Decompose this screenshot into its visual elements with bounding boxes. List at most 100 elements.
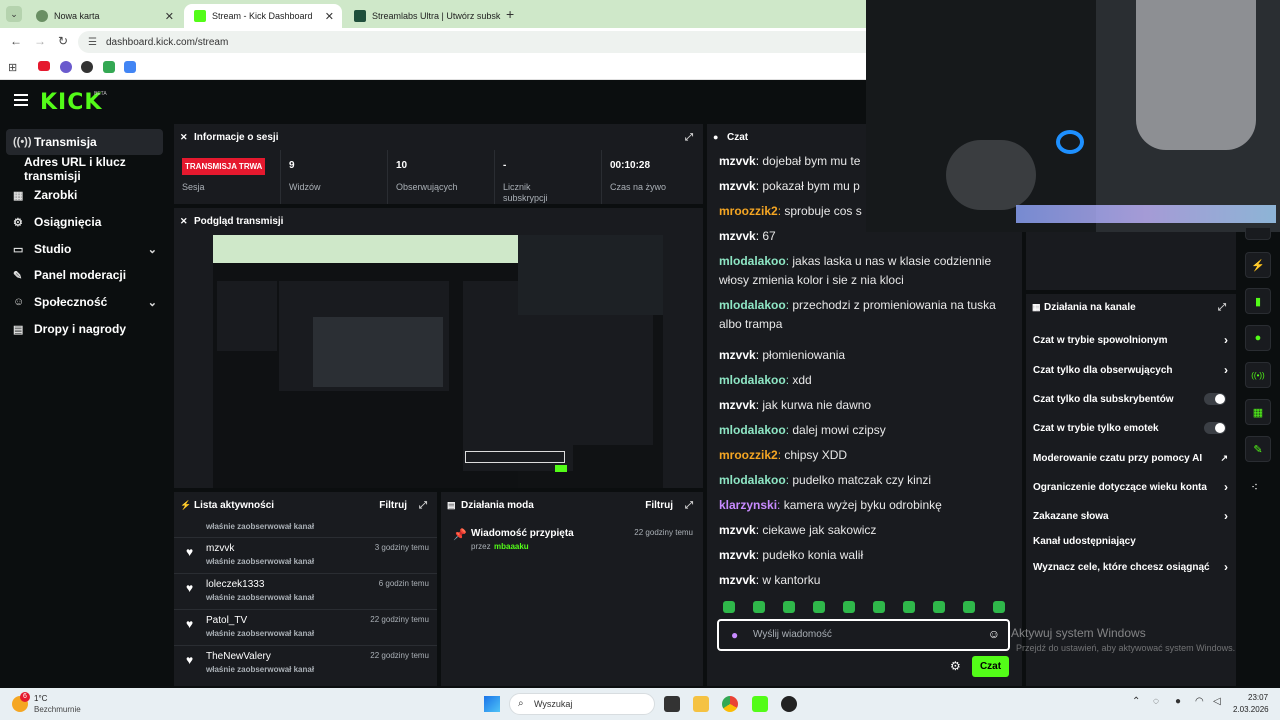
channel-action-ai-moderation[interactable]: Moderowanie czatu przy pomocy AI ↗ xyxy=(1033,447,1228,469)
chat-username[interactable]: mlodalakoo xyxy=(719,423,786,437)
apps-icon[interactable]: ⊞ xyxy=(8,61,17,74)
address-bar[interactable]: ☰ dashboard.kick.com/stream xyxy=(78,31,878,53)
filter-button[interactable]: Filtruj xyxy=(379,500,407,511)
drive-icon[interactable] xyxy=(103,61,115,73)
emote-icon[interactable] xyxy=(963,601,975,613)
channel-action-sharing[interactable]: Kanał udostępniający xyxy=(1033,530,1228,552)
channel-action-banned-words[interactable]: Zakazane słowa › xyxy=(1033,505,1228,527)
clock-time[interactable]: 23:07 xyxy=(1248,693,1268,702)
tab-list-button[interactable]: ⌄ xyxy=(6,6,22,22)
menu-icon[interactable] xyxy=(14,94,28,106)
emote-icon[interactable] xyxy=(753,601,765,613)
chat-username[interactable]: klarzynski xyxy=(719,498,777,512)
back-icon[interactable]: ← xyxy=(10,34,22,48)
chat-username[interactable]: mzvvk xyxy=(719,548,756,562)
rail-button[interactable] xyxy=(1245,228,1271,240)
reload-icon[interactable]: ↻ xyxy=(58,34,68,48)
emote-icon[interactable] xyxy=(993,601,1005,613)
chat-username[interactable]: mzvvk xyxy=(719,154,756,168)
whatsapp-icon[interactable] xyxy=(81,61,93,73)
new-tab-button[interactable]: + xyxy=(506,6,514,22)
microphone-icon[interactable]: ● xyxy=(731,628,738,642)
youtube-icon[interactable] xyxy=(38,61,50,71)
chat-username[interactable]: mzvvk xyxy=(719,179,756,193)
sidebar-item-dropy[interactable]: ▤ Dropy i nagrody xyxy=(6,316,163,342)
emote-only-toggle[interactable] xyxy=(1204,422,1226,434)
lightning-icon[interactable]: ⚡ xyxy=(1245,252,1271,278)
wrench-icon[interactable]: ✎ xyxy=(1245,436,1271,462)
expand-icon[interactable]: ⤢ xyxy=(685,500,693,511)
chat-username[interactable]: mzvvk xyxy=(719,573,756,587)
site-info-icon[interactable]: ☰ xyxy=(88,37,97,48)
channel-action-slow-mode[interactable]: Czat w trybie spowolnionym › xyxy=(1033,329,1228,351)
wifi-icon[interactable]: ◠ xyxy=(1195,696,1204,707)
activity-user[interactable]: mzvvk xyxy=(206,543,234,554)
channel-action-followers-only[interactable]: Czat tylko dla obserwujących › xyxy=(1033,359,1228,381)
file-explorer-icon[interactable] xyxy=(693,696,709,712)
volume-icon[interactable]: ◁ xyxy=(1213,696,1221,707)
mic-icon[interactable]: ● xyxy=(1175,696,1181,707)
clipboard-icon[interactable]: ▮ xyxy=(1245,288,1271,314)
close-icon[interactable]: ✕ xyxy=(325,10,334,23)
emote-icon[interactable] xyxy=(933,601,945,613)
sidebar-item-studio[interactable]: ▭ Studio ⌄ xyxy=(6,236,163,262)
close-icon[interactable]: ✕ xyxy=(165,10,174,23)
broadcast-icon[interactable]: ((•)) xyxy=(1245,362,1271,388)
tray-chevron-icon[interactable]: ⌃ xyxy=(1132,696,1140,707)
channel-action-account-age[interactable]: Ograniczenie dotyczące wieku konta › xyxy=(1033,476,1228,498)
chat-send-button[interactable]: Czat xyxy=(972,656,1009,677)
calendar-icon[interactable] xyxy=(124,61,136,73)
chat-username[interactable]: mroozzik2 xyxy=(719,204,778,218)
chat-input[interactable]: ● Wyślij wiadomość ☺ xyxy=(717,619,1010,651)
emote-icon[interactable] xyxy=(843,601,855,613)
expand-icon[interactable]: ⤢ xyxy=(419,500,427,511)
expand-icon[interactable]: ⤢ xyxy=(1218,302,1226,313)
forward-icon[interactable]: → xyxy=(34,34,46,48)
filter-button[interactable]: Filtruj xyxy=(645,500,673,511)
start-icon[interactable] xyxy=(484,696,500,712)
mod-item-by-user[interactable]: mbaaaku xyxy=(494,542,529,551)
network-icon[interactable]: ◌ xyxy=(1153,696,1159,707)
emote-icon[interactable] xyxy=(783,601,795,613)
stream-preview-video[interactable] xyxy=(213,235,663,488)
kick-app-icon[interactable] xyxy=(752,696,768,712)
tab-kick-dashboard[interactable]: Stream - Kick Dashboard ✕ xyxy=(184,4,342,28)
chat-username[interactable]: mlodalakoo xyxy=(719,254,786,268)
subs-only-toggle[interactable] xyxy=(1204,393,1226,405)
chrome-icon[interactable] xyxy=(722,696,738,712)
emote-icon[interactable] xyxy=(903,601,915,613)
chat-username[interactable]: mzvvk xyxy=(719,398,756,412)
emote-icon[interactable] xyxy=(873,601,885,613)
taskbar-search[interactable]: ⌕ Wyszukaj xyxy=(509,693,655,715)
emoji-icon[interactable]: ☺ xyxy=(988,627,1000,641)
chat-username[interactable]: mzvvk xyxy=(719,229,756,243)
task-view-icon[interactable] xyxy=(664,696,680,712)
chat-username[interactable]: mzvvk xyxy=(719,523,756,537)
sidebar-item-stream-key[interactable]: Adres URL i klucz transmisji xyxy=(6,155,170,183)
sidebar-item-osiagniecia[interactable]: ⚙ Osiągnięcia xyxy=(6,209,163,235)
chat-username[interactable]: mlodalakoo xyxy=(719,298,786,312)
emote-icon[interactable] xyxy=(723,601,735,613)
chat-bubble-icon[interactable]: ● xyxy=(1245,325,1271,351)
activity-user[interactable]: Patol_TV xyxy=(206,615,247,626)
activity-user[interactable]: TheNewValery xyxy=(206,651,271,662)
clock-date[interactable]: 2.03.2026 xyxy=(1233,705,1269,714)
sidebar-item-spolecznosc[interactable]: ☺ Społeczność ⌄ xyxy=(6,289,163,315)
bookmark-icon[interactable] xyxy=(60,61,72,73)
tab-streamlabs[interactable]: Streamlabs Ultra | Utwórz subsk xyxy=(344,4,504,28)
expand-icon[interactable]: ⤢ xyxy=(685,132,693,143)
more-dots-icon[interactable]: ⁖ xyxy=(1251,480,1258,494)
settings-gear-icon[interactable]: ⚙ xyxy=(950,659,961,673)
chat-username[interactable]: mlodalakoo xyxy=(719,473,786,487)
obs-icon[interactable] xyxy=(781,696,797,712)
sidebar-item-transmisja[interactable]: ((•)) Transmisja xyxy=(6,129,163,155)
emote-icon[interactable] xyxy=(813,601,825,613)
bank-icon[interactable]: ▦ xyxy=(1245,399,1271,425)
channel-action-goals[interactable]: Wyznacz cele, które chcesz osiągnąć › xyxy=(1033,556,1228,578)
activity-user[interactable]: loleczek1333 xyxy=(206,579,264,590)
chat-username[interactable]: mzvvk xyxy=(719,348,756,362)
chat-username[interactable]: mlodalakoo xyxy=(719,373,786,387)
tab-new[interactable]: Nowa karta ✕ xyxy=(26,4,182,28)
sidebar-item-zarobki[interactable]: ▦ Zarobki xyxy=(6,182,163,208)
chat-username[interactable]: mroozzik2 xyxy=(719,448,778,462)
